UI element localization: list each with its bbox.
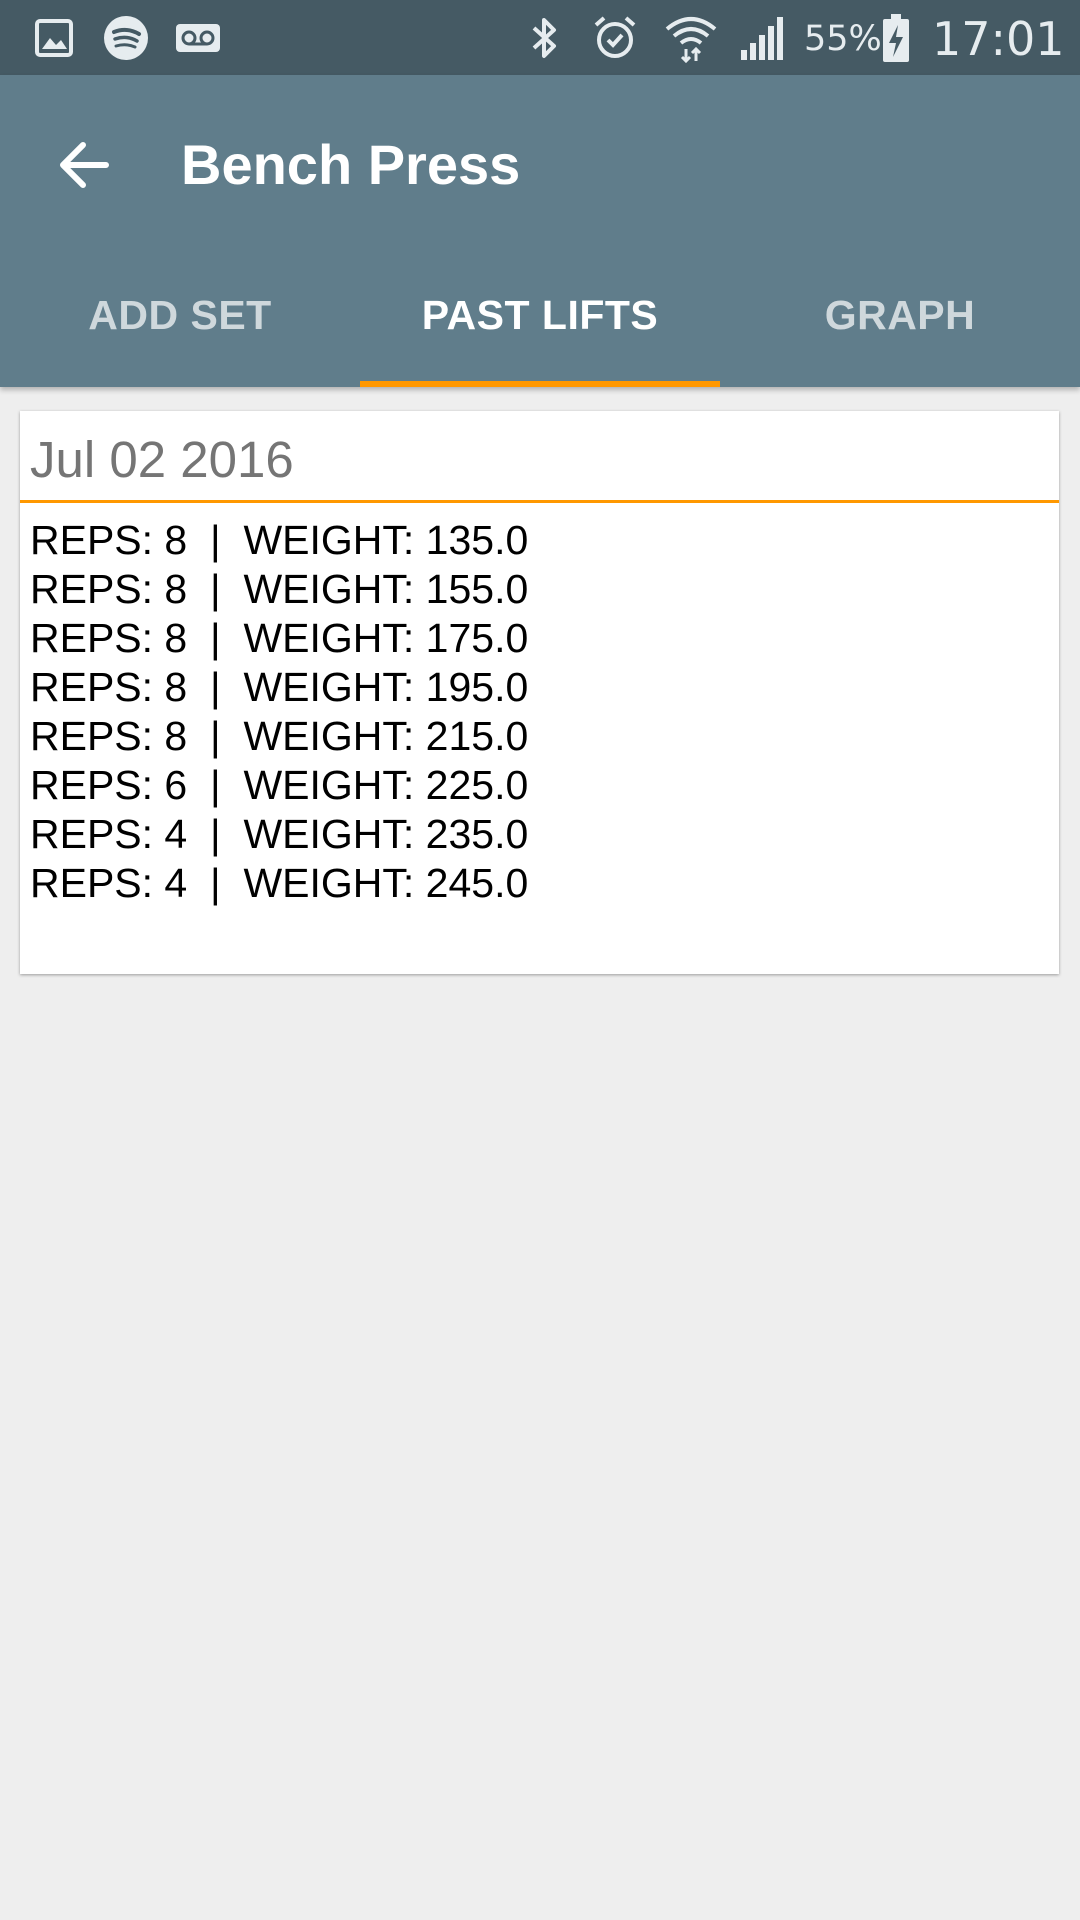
voicemail-icon (174, 0, 222, 75)
tab-graph[interactable]: GRAPH (720, 243, 1080, 387)
set-row: REPS: 4 | WEIGHT: 245.0 (30, 860, 529, 906)
arrow-back-icon (60, 142, 109, 188)
battery-charging-icon (880, 0, 912, 75)
set-list: REPS: 8 | WEIGHT: 135.0 REPS: 8 | WEIGHT… (30, 516, 528, 908)
set-row: REPS: 4 | WEIGHT: 235.0 (30, 811, 529, 857)
set-row: REPS: 8 | WEIGHT: 135.0 (30, 517, 529, 563)
battery-percent: 55% (804, 19, 882, 59)
status-bar: 55% 17:01 (0, 0, 1080, 75)
set-row: REPS: 8 | WEIGHT: 155.0 (30, 566, 529, 612)
workout-date: Jul 02 2016 (30, 431, 294, 488)
set-row: REPS: 8 | WEIGHT: 175.0 (30, 615, 529, 661)
tab-past-lifts[interactable]: PAST LIFTS (360, 243, 720, 387)
set-row: REPS: 8 | WEIGHT: 195.0 (30, 664, 529, 710)
clock-time: 17:01 (932, 12, 1065, 66)
back-button[interactable] (44, 125, 124, 205)
spotify-icon (102, 0, 150, 75)
active-tab-indicator (360, 381, 720, 387)
alarm-icon (591, 0, 639, 75)
signal-icon (738, 0, 788, 75)
set-row: REPS: 8 | WEIGHT: 215.0 (30, 713, 529, 759)
app-bar: Bench Press ADD SET PAST LIFTS GRAPH (0, 75, 1080, 387)
set-row: REPS: 6 | WEIGHT: 225.0 (30, 762, 529, 808)
gallery-icon (32, 0, 76, 75)
tab-add-set[interactable]: ADD SET (0, 243, 360, 387)
card-divider (20, 500, 1059, 503)
workout-card[interactable]: Jul 02 2016 REPS: 8 | WEIGHT: 135.0 REPS… (20, 411, 1059, 974)
tab-bar: ADD SET PAST LIFTS GRAPH (0, 243, 1080, 387)
bluetooth-icon (524, 0, 564, 75)
page-title: Bench Press (181, 133, 521, 196)
wifi-icon (664, 0, 718, 75)
